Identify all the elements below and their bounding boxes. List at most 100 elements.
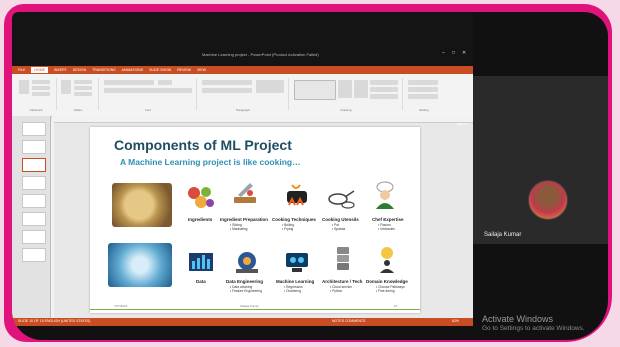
server-icon	[337, 247, 349, 270]
slide-footer-date: 7/27/2023	[114, 304, 128, 308]
format-painter-icon[interactable]	[32, 92, 50, 96]
powerpoint-window: Machine Learning project - PowerPoint (P…	[12, 12, 473, 326]
bullet-text: • Frying	[282, 227, 294, 231]
slide-footer-line	[90, 309, 420, 310]
font-format-icons[interactable]	[104, 88, 192, 93]
pasta-photo	[112, 183, 172, 227]
font-family-select[interactable]	[104, 80, 154, 85]
ribbon-tabs: FILE HOME INSERT DESIGN TRANSITIONS ANIM…	[12, 66, 473, 126]
tab-home[interactable]: HOME	[31, 67, 48, 73]
tab-transitions[interactable]: TRANSITIONS	[92, 68, 116, 72]
status-zoom[interactable]: 62%	[452, 319, 459, 323]
section-icon[interactable]	[74, 92, 92, 96]
arrange-icon[interactable]	[338, 80, 352, 98]
status-bar: SLIDE 10 OF 15 ENGLISH (UNITED STATES) N…	[12, 318, 473, 326]
tab-design[interactable]: DESIGN	[73, 68, 86, 72]
slide-thumbnail[interactable]	[22, 140, 46, 154]
minimize-button[interactable]: –	[442, 50, 448, 56]
label-data-engineering: Data Engineering	[226, 279, 264, 284]
slides-group: Slides	[58, 78, 99, 112]
clipboard-group: Clipboard	[16, 78, 57, 112]
tab-slide-show[interactable]: SLIDE SHOW	[149, 68, 171, 72]
paragraph-group: Paragraph	[198, 78, 289, 112]
quick-styles-icon[interactable]	[354, 80, 368, 98]
status-notes-comments[interactable]: NOTES COMMENTS	[332, 319, 365, 323]
slide-thumbnail[interactable]	[22, 158, 46, 172]
bullet-text: • Intricacies	[378, 227, 395, 231]
meeting-screen: Machine Learning project - PowerPoint (P…	[12, 12, 608, 340]
current-slide[interactable]: Components of ML Project A Machine Learn…	[90, 127, 420, 313]
brain-photo	[108, 243, 172, 287]
group-label: Drawing	[340, 108, 352, 112]
tab-view[interactable]: VIEW	[197, 68, 206, 72]
group-label: Font	[144, 108, 151, 112]
cooking-pot-icon	[287, 184, 307, 206]
activate-windows-subtitle: Go to Settings to activate Windows.	[482, 325, 585, 332]
editing-group: Editing	[404, 78, 444, 112]
paste-icon[interactable]	[19, 80, 29, 94]
data-engineering-icon	[236, 252, 258, 273]
slide-thumbnails-pane	[12, 116, 51, 318]
group-label: Editing	[419, 108, 429, 112]
ingredients-icon	[188, 187, 214, 208]
data-icon	[189, 253, 213, 271]
bullet-text: • Clustering	[284, 289, 301, 293]
tab-file[interactable]: FILE	[18, 68, 25, 72]
label-architecture-tech: Architecture / Tech	[322, 279, 363, 284]
maximize-button[interactable]: □	[452, 50, 458, 56]
label-ingredients: Ingredients	[188, 217, 213, 222]
knife-board-icon	[234, 183, 256, 203]
tab-insert[interactable]: INSERT	[54, 68, 67, 72]
group-label: Paragraph	[235, 108, 250, 112]
slide-number: 10	[394, 304, 398, 308]
label-cooking-techniques: Cooking Techniques	[272, 217, 316, 222]
bullet-text: • Feature Engineering	[230, 289, 262, 293]
select-icon[interactable]	[408, 94, 438, 99]
title-bar: Machine Learning project - PowerPoint (P…	[12, 12, 473, 66]
lightbulb-person-icon	[380, 247, 394, 273]
participant-name: Sailaja Kumar	[484, 232, 522, 238]
slide-subtitle: A Machine Learning project is like cooki…	[120, 157, 301, 167]
new-slide-icon[interactable]	[61, 80, 71, 94]
layout-icon[interactable]	[74, 80, 92, 84]
font-size-select[interactable]	[158, 80, 172, 85]
cooking-utensils-icon	[328, 190, 355, 209]
shape-effects-icon[interactable]	[370, 94, 398, 99]
bullet-text: • Marinating	[230, 227, 248, 231]
bullet-text: • Spatula	[332, 227, 346, 231]
bullet-text: • Fine-tuning	[376, 289, 395, 293]
label-ingredient-preparation: Ingredient Preparation	[220, 217, 269, 222]
reset-icon[interactable]	[74, 86, 92, 90]
find-icon[interactable]	[408, 80, 438, 85]
cut-icon[interactable]	[32, 80, 50, 84]
slide-thumbnail[interactable]	[22, 230, 46, 244]
participant-video-tile[interactable]: Sailaja Kumar	[473, 76, 608, 244]
align-icons[interactable]	[202, 88, 252, 93]
text-direction-icon[interactable]	[256, 80, 284, 93]
tab-review[interactable]: REVIEW	[177, 68, 191, 72]
group-label: Clipboard	[29, 108, 43, 112]
status-slide-info: SLIDE 10 OF 15 ENGLISH (UNITED STATES)	[18, 319, 91, 323]
close-button[interactable]: ✕	[462, 50, 468, 56]
slide-thumbnail[interactable]	[22, 122, 46, 136]
slide-thumbnail[interactable]	[22, 248, 46, 262]
chef-icon	[376, 181, 394, 209]
copy-icon[interactable]	[32, 86, 50, 90]
slide-thumbnail[interactable]	[22, 176, 46, 190]
participant-avatar	[528, 180, 568, 220]
shapes-gallery[interactable]	[294, 80, 336, 100]
activate-windows-title: Activate Windows	[482, 314, 554, 324]
font-group: Font	[100, 78, 197, 112]
label-cooking-utensils: Cooking Utensils	[322, 217, 359, 222]
replace-icon[interactable]	[408, 87, 438, 92]
tab-animations[interactable]: ANIMATIONS	[122, 68, 144, 72]
slide-thumbnail[interactable]	[22, 212, 46, 226]
drawing-group: Drawing	[290, 78, 403, 112]
shape-outline-icon[interactable]	[370, 87, 398, 92]
machine-learning-icon	[286, 253, 308, 272]
slide-thumbnail[interactable]	[22, 194, 46, 208]
slide-title: Components of ML Project	[114, 137, 292, 153]
list-icons[interactable]	[202, 80, 252, 85]
bullet-text: • Python	[330, 289, 343, 293]
shape-fill-icon[interactable]	[370, 80, 398, 85]
